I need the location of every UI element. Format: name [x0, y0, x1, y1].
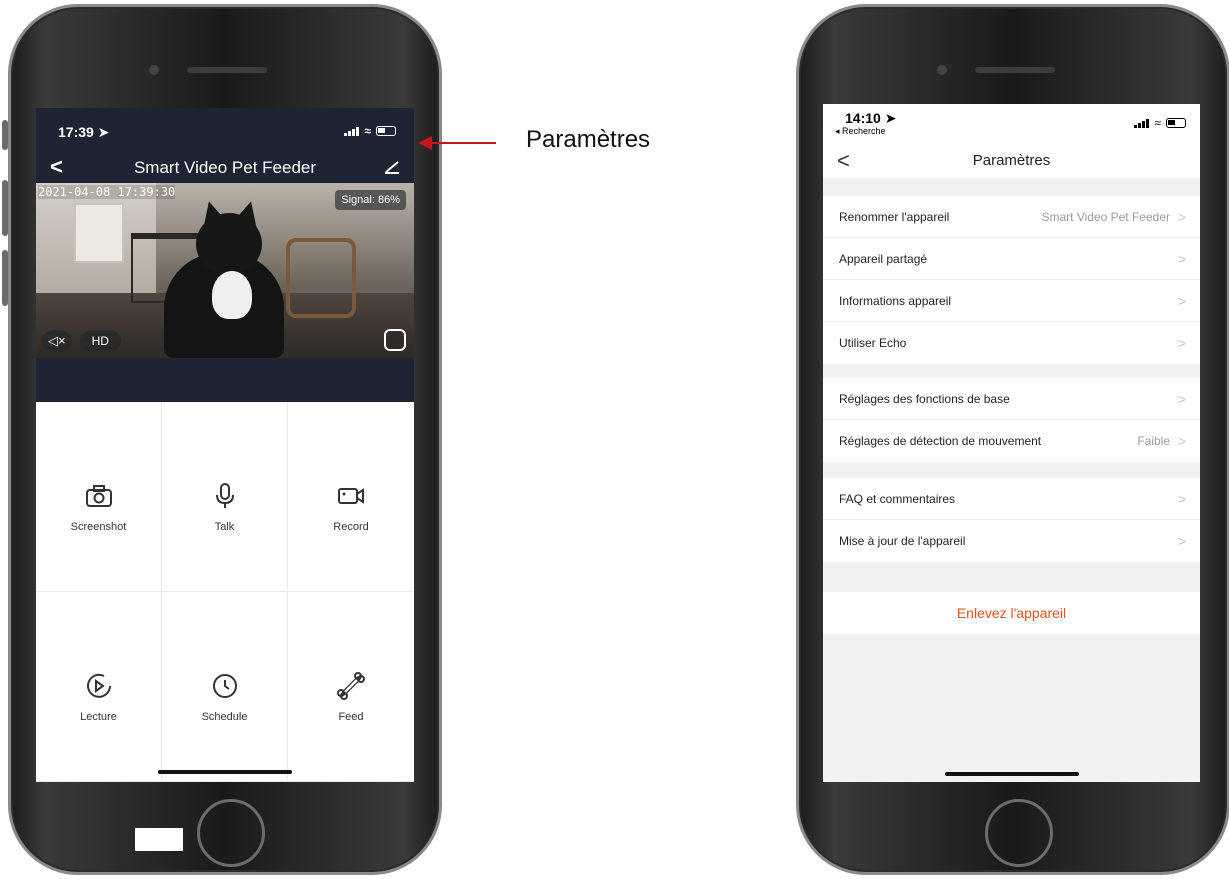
chevron-right-icon: > — [1177, 250, 1186, 267]
microphone-icon — [215, 482, 234, 508]
video-timestamp: 2021-04-08 17:39:30 — [38, 185, 176, 199]
video-chair — [286, 238, 356, 318]
front-camera — [149, 65, 159, 75]
video-controls: ◁× HD — [42, 330, 121, 352]
left-screen: 17:39 ➤ ≈ < Smart Video Pet Feeder 2021-… — [36, 108, 414, 782]
earpiece-speaker — [975, 67, 1055, 73]
status-time: 17:39 ➤ — [58, 124, 110, 140]
action-lecture[interactable]: Lecture — [36, 592, 162, 782]
chevron-right-icon: > — [1177, 533, 1186, 549]
playback-icon — [86, 673, 111, 698]
cat-head — [196, 213, 262, 275]
action-schedule[interactable]: Schedule — [162, 592, 288, 782]
remove-device-button[interactable]: Enlevez l'appareil — [823, 592, 1200, 634]
home-button[interactable] — [197, 799, 265, 867]
signal-badge: Signal: 86% — [335, 190, 406, 210]
settings-group-functions: Réglages des fonctions de base > Réglages… — [823, 378, 1200, 462]
right-screen: 14:10 ➤ ◂ Recherche ≈ < Paramètres Renom… — [823, 104, 1200, 782]
back-to-app-link[interactable]: ◂ Recherche — [835, 126, 886, 137]
wifi-icon: ≈ — [1154, 116, 1161, 130]
fullscreen-icon[interactable] — [384, 329, 406, 351]
row-basic-settings[interactable]: Réglages des fonctions de base > — [823, 378, 1200, 420]
home-indicator — [158, 770, 292, 774]
action-label: Talk — [214, 520, 235, 533]
action-label: Record — [333, 520, 369, 533]
clock-icon — [212, 673, 237, 698]
action-talk[interactable]: Talk — [162, 402, 288, 592]
action-screenshot[interactable]: Screenshot — [36, 402, 162, 592]
row-value: Smart Video Pet Feeder — [1041, 209, 1170, 224]
battery-icon — [376, 126, 396, 136]
row-device-info[interactable]: Informations appareil > — [823, 280, 1200, 322]
cellular-icon — [344, 126, 360, 136]
battery-icon — [1166, 118, 1186, 128]
home-button[interactable] — [985, 799, 1053, 867]
row-value: Faible — [1137, 434, 1170, 448]
row-use-echo[interactable]: Utiliser Echo > — [823, 322, 1200, 364]
wifi-icon: ≈ — [364, 124, 371, 138]
annotation-label: Paramètres — [526, 126, 651, 153]
action-record[interactable]: Record — [288, 402, 414, 592]
white-patch — [135, 828, 183, 851]
action-grid: Screenshot Talk Record Lecture Schedule … — [36, 402, 414, 782]
page-title: Paramètres — [972, 152, 1051, 169]
quality-button[interactable]: HD — [79, 330, 121, 352]
bone-icon — [337, 671, 365, 700]
settings-group-device: Renommer l'appareil Smart Video Pet Feede… — [823, 196, 1200, 364]
live-video-view[interactable]: 2021-04-08 17:39:30 Signal: 86% ◁× HD — [36, 183, 414, 358]
annotation-arrow-head — [418, 136, 432, 150]
chevron-right-icon: > — [1177, 335, 1186, 351]
chevron-right-icon: > — [1177, 208, 1186, 225]
front-camera — [937, 65, 947, 75]
status-icons: ≈ — [344, 124, 396, 138]
edit-icon[interactable] — [384, 158, 400, 174]
row-faq[interactable]: FAQ et commentaires > — [823, 478, 1200, 520]
row-label: Informations appareil — [839, 293, 952, 308]
row-shared-device[interactable]: Appareil partagé > — [823, 238, 1200, 280]
row-label: Renommer l'appareil — [839, 209, 950, 224]
row-label: Appareil partagé — [839, 251, 928, 266]
status-time: 14:10 ➤ — [845, 110, 897, 126]
mute-button[interactable]: ◁× — [42, 330, 72, 352]
chevron-right-icon: > — [1177, 433, 1186, 449]
chevron-right-icon: > — [1177, 390, 1186, 407]
settings-header: 14:10 ➤ ◂ Recherche ≈ < Paramètres — [823, 104, 1200, 178]
stage: 17:39 ➤ ≈ < Smart Video Pet Feeder 2021-… — [0, 0, 1229, 879]
row-label: Réglages des fonctions de base — [839, 391, 1010, 406]
camera-header: 17:39 ➤ ≈ < Smart Video Pet Feeder 2021-… — [36, 108, 414, 402]
camera-icon — [85, 484, 112, 507]
home-indicator — [945, 772, 1079, 776]
action-label: Schedule — [201, 710, 248, 723]
volume-up-button — [2, 180, 8, 236]
annotation-arrow-line — [430, 142, 496, 144]
mute-switch — [2, 120, 8, 150]
video-camera-icon — [338, 487, 364, 504]
chevron-right-icon: > — [1177, 490, 1186, 507]
row-label: Mise à jour de l'appareil — [839, 534, 966, 548]
settings-group-support: FAQ et commentaires > Mise à jour de l'ap… — [823, 478, 1200, 562]
video-window — [74, 203, 124, 263]
row-label: Réglages de détection de mouvement — [839, 434, 1042, 448]
row-label: Utiliser Echo — [839, 336, 907, 350]
nav-bar: < Smart Video Pet Feeder — [36, 148, 414, 182]
cellular-icon — [1134, 118, 1150, 128]
action-label: Feed — [338, 710, 364, 723]
status-bar: 17:39 ➤ ≈ — [36, 108, 414, 148]
action-label: Screenshot — [70, 520, 127, 533]
row-firmware-update[interactable]: Mise à jour de l'appareil > — [823, 520, 1200, 562]
earpiece-speaker — [187, 67, 267, 73]
volume-down-button — [2, 250, 8, 306]
chevron-right-icon: > — [1177, 292, 1186, 309]
row-label: FAQ et commentaires — [839, 491, 956, 506]
action-feed[interactable]: Feed — [288, 592, 414, 782]
action-label: Lecture — [80, 710, 117, 723]
row-rename-device[interactable]: Renommer l'appareil Smart Video Pet Feede… — [823, 196, 1200, 238]
page-title: Smart Video Pet Feeder — [133, 158, 317, 177]
status-icons: ≈ — [1134, 116, 1186, 130]
cat-chest — [212, 271, 252, 319]
row-motion-detection[interactable]: Réglages de détection de mouvement Faible… — [823, 420, 1200, 462]
